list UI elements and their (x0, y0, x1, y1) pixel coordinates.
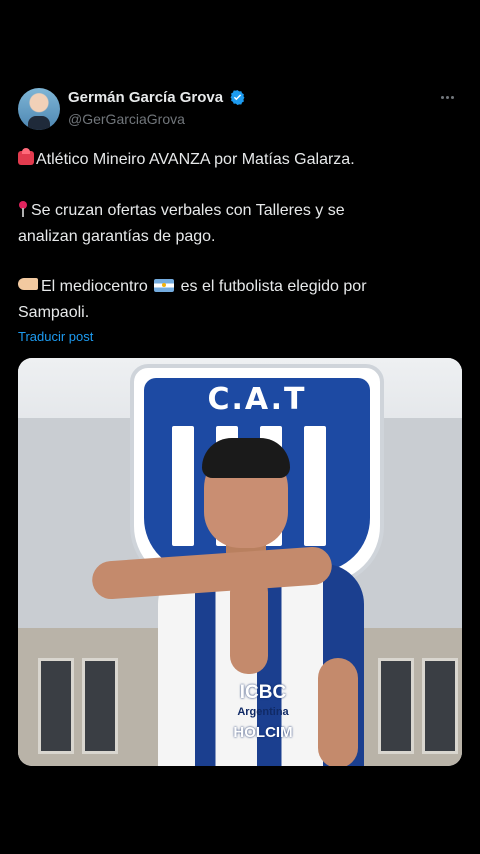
rotating-light-icon (18, 148, 34, 165)
post-line-2: Se cruzan ofertas verbales con Talleres … (18, 198, 458, 250)
pointing-hand-icon (18, 278, 38, 290)
crest-stripe (172, 426, 194, 546)
argentina-flag-icon (154, 279, 175, 292)
crest-stripe (304, 426, 326, 546)
building-window (82, 658, 118, 754)
author-name-row: Germán García Grova (68, 89, 246, 106)
shirt-sponsor-argentina: Argentina (237, 706, 289, 718)
player-arm-right (318, 658, 358, 766)
building-window (422, 658, 458, 754)
more-options-icon[interactable] (440, 88, 462, 108)
post-text-3b: es el futbolista elegido por (180, 278, 367, 295)
avatar[interactable] (18, 88, 60, 130)
post-text-2b: analizan garantías de pago. (18, 228, 216, 245)
round-pushpin-icon (18, 201, 28, 217)
post-media-image[interactable]: C.A.T ICBC Argentina HOLCIM (18, 358, 462, 766)
author-handle[interactable]: @GerGarciaGrova (68, 111, 185, 127)
player-hair (202, 438, 290, 478)
post-text-3a: El mediocentro (41, 278, 148, 295)
post-text-3c: Sampaoli. (18, 304, 90, 321)
post-line-3: El mediocentro es el futbolista elegido … (18, 274, 458, 326)
shirt-sponsor-holcim: HOLCIM (233, 724, 293, 741)
building-window (378, 658, 414, 754)
translate-post-link[interactable]: Traducir post (18, 329, 93, 344)
verified-badge-icon (230, 90, 245, 105)
building-window (38, 658, 74, 754)
tweet: Germán García Grova @GerGarciaGrova Atlé… (0, 0, 480, 854)
shirt-sponsor-icbc: ICBC (239, 682, 287, 703)
avatar-figure (28, 116, 50, 130)
author-name[interactable]: Germán García Grova (68, 89, 223, 106)
player-arm-vertical (230, 574, 268, 674)
post-text-2a: Se cruzan ofertas verbales con Talleres … (31, 202, 345, 219)
post-text-1: Atlético Mineiro AVANZA por Matías Galar… (36, 151, 355, 168)
post-line-1: Atlético Mineiro AVANZA por Matías Galar… (18, 147, 458, 173)
crest-text: C.A.T (207, 382, 307, 417)
